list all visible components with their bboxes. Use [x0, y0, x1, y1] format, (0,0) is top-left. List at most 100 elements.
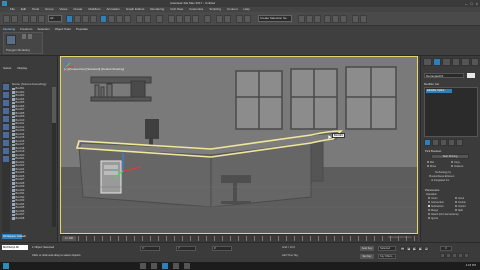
display-shapes-icon[interactable]: [3, 92, 9, 98]
play-icon[interactable]: ▶: [412, 246, 417, 251]
select-by-name-icon[interactable]: [74, 15, 81, 23]
workspace-selector[interactable]: Workspace: Default: [2, 234, 26, 239]
maximize-icon[interactable]: □: [470, 1, 472, 6]
unlink-icon[interactable]: [30, 15, 37, 23]
show-end-result-icon[interactable]: [432, 139, 439, 146]
hierarchy-tab-icon[interactable]: [442, 58, 451, 66]
taskbar-app-3dsmax-icon[interactable]: [162, 263, 168, 269]
pivot-center-icon[interactable]: [144, 15, 151, 23]
polygon-modeling-icon[interactable]: [6, 35, 16, 45]
op-cookie[interactable]: Cookie: [455, 201, 466, 204]
select-and-scale-icon[interactable]: [116, 15, 123, 23]
display-geometry-icon[interactable]: [3, 84, 9, 90]
make-unique-icon[interactable]: [440, 139, 447, 146]
display-containers-icon[interactable]: [3, 156, 9, 162]
zoom-all-icon[interactable]: [446, 253, 451, 258]
keyboard-shortcut-icon[interactable]: [156, 15, 163, 23]
undo-icon[interactable]: [3, 15, 10, 23]
option-copy[interactable]: Copy: [451, 161, 460, 164]
ribbon-tab-modeling[interactable]: Modeling: [3, 27, 15, 31]
curve-editor-icon[interactable]: [298, 15, 305, 23]
modify-tab-icon[interactable]: [432, 58, 441, 66]
vertex-subobject-icon[interactable]: [22, 34, 26, 39]
display-cameras-icon[interactable]: [3, 108, 9, 114]
explorer-scroll-thumb[interactable]: [52, 87, 56, 123]
op-imprint[interactable]: Imprint: [455, 205, 466, 208]
op-intersection[interactable]: Intersection: [428, 201, 444, 204]
display-spacewarps-icon[interactable]: [3, 124, 9, 130]
modifier-list-dropdown[interactable]: Modifier List: [424, 82, 439, 86]
window-crossing-icon[interactable]: [90, 15, 97, 23]
selection-filter-dropdown[interactable]: All: [48, 15, 62, 22]
select-object-icon[interactable]: [66, 15, 73, 23]
spinner-snap-icon[interactable]: [192, 15, 199, 23]
ribbon-tab-object-paint[interactable]: Object Paint: [55, 27, 71, 31]
op-ignore[interactable]: Ignore: [428, 217, 438, 220]
list-item[interactable]: Box038: [12, 217, 52, 221]
option-instance[interactable]: Instance: [451, 165, 463, 168]
pan-icon[interactable]: [458, 253, 463, 258]
start-picking-button[interactable]: Start Picking: [431, 154, 469, 159]
auto-key-button[interactable]: Auto Key: [360, 246, 374, 251]
motion-tab-icon[interactable]: [451, 58, 460, 66]
coordinate-x-field[interactable]: X:: [140, 246, 160, 251]
time-slider[interactable]: 0 / 100: [62, 236, 76, 241]
ribbon-tab-freeform[interactable]: Freeform: [20, 27, 32, 31]
key-filters-button[interactable]: Key Filters...: [378, 254, 396, 259]
maxscript-listener[interactable]: MAXScript Mi: [2, 245, 28, 250]
explorer-scrollbar[interactable]: [52, 87, 56, 227]
maximize-viewport-icon[interactable]: [464, 253, 469, 258]
rollout-parameters[interactable]: Parameters: [425, 188, 439, 192]
explorer-tab-select[interactable]: Select: [3, 66, 11, 70]
option-move[interactable]: Move: [427, 165, 436, 168]
named-selection-set-dropdown[interactable]: Create Selection Se: [258, 15, 292, 22]
utilities-tab-icon[interactable]: [470, 58, 479, 66]
select-and-move-icon[interactable]: [100, 15, 107, 23]
edge-subobject-icon[interactable]: [28, 34, 32, 39]
toggle-ribbon-icon[interactable]: [244, 15, 251, 23]
ribbon-tab-populate[interactable]: Populate: [76, 27, 88, 31]
a360-gallery-icon[interactable]: [360, 15, 367, 23]
rendered-frame-window-icon[interactable]: [332, 15, 339, 23]
op-attach[interactable]: Attach (No Intersections): [428, 213, 459, 216]
ribbon-tab-selection[interactable]: Selection: [37, 27, 49, 31]
key-mode-dropdown[interactable]: Selected: [378, 246, 396, 251]
explorer-column-header[interactable]: Name (Sorted Ascending): [12, 82, 46, 86]
zoom-icon[interactable]: [440, 253, 445, 258]
op-merge[interactable]: Merge: [428, 209, 438, 212]
rollout-pick-boolean[interactable]: Pick Boolean: [425, 149, 441, 153]
modifier-stack-item[interactable]: Editable Spline: [426, 89, 452, 93]
op-split[interactable]: Split: [455, 209, 463, 212]
go-to-start-icon[interactable]: ⏮: [400, 246, 405, 251]
go-to-end-icon[interactable]: ⏭: [424, 246, 429, 251]
angle-snap-icon[interactable]: [176, 15, 183, 23]
next-frame-icon[interactable]: ▶: [418, 246, 423, 251]
object-color-swatch[interactable]: [467, 73, 475, 78]
coordinate-z-field[interactable]: Z:: [212, 246, 232, 251]
taskbar-app-browser-icon[interactable]: [151, 263, 157, 269]
taskbar-app-photoshop-icon[interactable]: [173, 263, 179, 269]
display-xrefs-icon[interactable]: [3, 140, 9, 146]
op-insert[interactable]: Insert: [455, 197, 464, 200]
close-icon[interactable]: ×: [476, 1, 478, 6]
link-icon[interactable]: [22, 15, 29, 23]
op-union[interactable]: Union: [428, 197, 438, 200]
coordinate-y-field[interactable]: Y:: [176, 246, 196, 251]
taskbar-app-media-icon[interactable]: [184, 263, 190, 269]
render-in-cloud-icon[interactable]: [352, 15, 359, 23]
percent-snap-icon[interactable]: [184, 15, 191, 23]
op-subtraction[interactable]: Subtraction: [428, 205, 444, 208]
schematic-view-icon[interactable]: [306, 15, 313, 23]
remove-modifier-icon[interactable]: [448, 139, 455, 146]
display-groups-icon[interactable]: [3, 132, 9, 138]
option-ref[interactable]: Ref: [427, 161, 434, 164]
snaps-toggle-icon[interactable]: [168, 15, 175, 23]
display-helpers-icon[interactable]: [3, 116, 9, 122]
edit-named-selection-icon[interactable]: [204, 15, 211, 23]
configure-modifier-sets-icon[interactable]: [456, 139, 463, 146]
reference-coordinate-icon[interactable]: [136, 15, 143, 23]
current-frame-field[interactable]: 0: [440, 246, 452, 251]
set-key-button[interactable]: Set Key: [360, 254, 374, 259]
pin-stack-icon[interactable]: [424, 139, 431, 146]
orbit-icon[interactable]: [452, 253, 457, 258]
